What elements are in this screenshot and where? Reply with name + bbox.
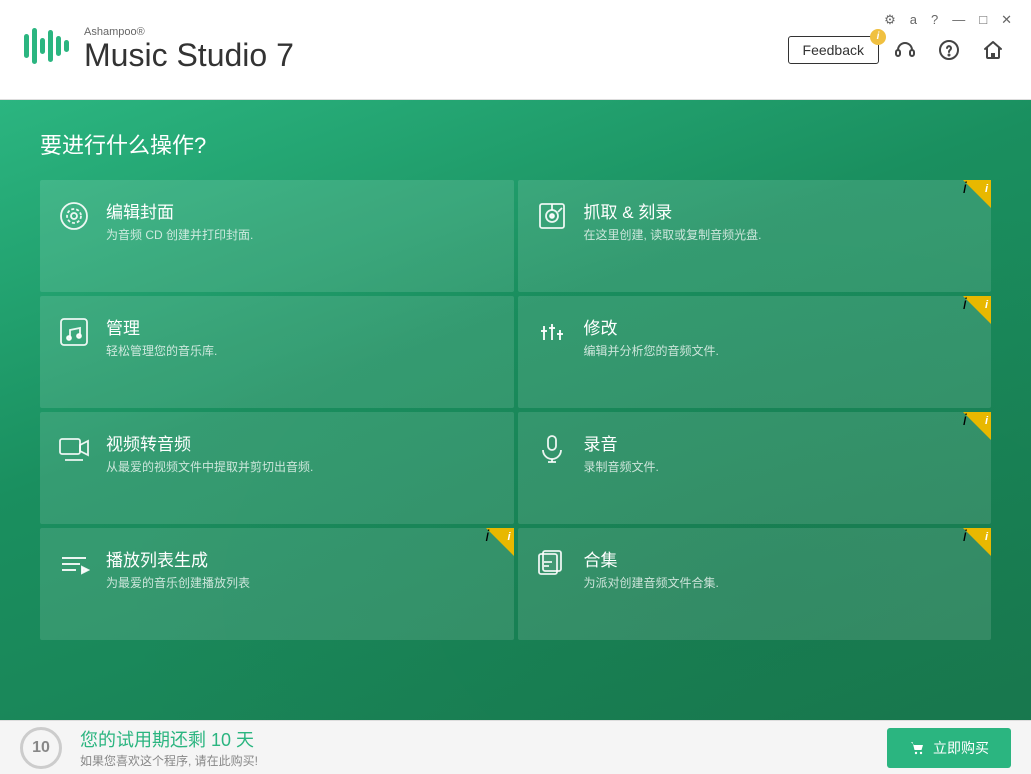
cart-icon bbox=[909, 740, 925, 756]
main-content: 要进行什么操作? 编辑封面为音频 CD 创建并打印封面. 抓取 & 刻录在这里创… bbox=[0, 100, 1031, 720]
trial-days-circle: 10 bbox=[20, 727, 62, 769]
cell-title-manage: 管理 bbox=[106, 314, 217, 339]
cell-text-video-to-audio: 视频转音频从最爱的视频文件中提取并剪切出音频. bbox=[106, 430, 313, 476]
cell-title-compilation: 合集 bbox=[584, 546, 719, 571]
disc-icon bbox=[56, 200, 92, 240]
cell-text-playlist: 播放列表生成为最爱的音乐创建播放列表 bbox=[106, 546, 250, 592]
video-icon bbox=[56, 432, 92, 472]
home-button[interactable] bbox=[975, 32, 1011, 68]
buy-button[interactable]: 立即购买 bbox=[887, 728, 1011, 768]
cell-desc-manage: 轻松管理您的音乐库. bbox=[106, 343, 217, 360]
playlist-icon bbox=[56, 548, 92, 588]
compilation-icon bbox=[534, 548, 570, 588]
title-bar-right: Feedback bbox=[788, 0, 1011, 99]
grid-cell-rip-burn[interactable]: 抓取 & 刻录在这里创建, 读取或复制音频光盘. bbox=[518, 180, 992, 292]
burn-icon bbox=[534, 200, 570, 240]
headphone-button[interactable] bbox=[887, 32, 923, 68]
cell-desc-playlist: 为最爱的音乐创建播放列表 bbox=[106, 575, 250, 592]
grid-cell-record[interactable]: 录音录制音频文件. bbox=[518, 412, 992, 524]
cell-text-edit-cover: 编辑封面为音频 CD 创建并打印封面. bbox=[106, 198, 253, 244]
trial-sub-text: 如果您喜欢这个程序, 请在此购买! bbox=[80, 752, 869, 769]
cell-desc-rip-burn: 在这里创建, 读取或复制音频光盘. bbox=[584, 227, 762, 244]
feedback-button[interactable]: Feedback bbox=[788, 36, 879, 64]
app-name: Music Studio 7 bbox=[84, 38, 294, 73]
logo-area: Ashampoo® Music Studio 7 bbox=[20, 20, 294, 79]
trial-main-text: 您的试用期还剩 10 天 bbox=[80, 726, 869, 752]
grid-cell-modify[interactable]: 修改编辑并分析您的音频文件. bbox=[518, 296, 992, 408]
music-note-icon bbox=[56, 316, 92, 356]
buy-label: 立即购买 bbox=[933, 738, 989, 758]
logo-icon bbox=[20, 20, 72, 79]
grid-cell-video-to-audio[interactable]: 视频转音频从最爱的视频文件中提取并剪切出音频. bbox=[40, 412, 514, 524]
cell-desc-edit-cover: 为音频 CD 创建并打印封面. bbox=[106, 227, 253, 244]
app-title-area: Ashampoo® Music Studio 7 bbox=[84, 26, 294, 73]
cell-text-record: 录音录制音频文件. bbox=[584, 430, 659, 476]
cell-text-compilation: 合集为派对创建音频文件合集. bbox=[584, 546, 719, 592]
cell-title-record: 录音 bbox=[584, 430, 659, 455]
bottom-bar: 10 您的试用期还剩 10 天 如果您喜欢这个程序, 请在此购买! 立即购买 bbox=[0, 720, 1031, 774]
cell-title-playlist: 播放列表生成 bbox=[106, 546, 250, 571]
grid-cell-compilation[interactable]: 合集为派对创建音频文件合集. bbox=[518, 528, 992, 640]
cell-title-modify: 修改 bbox=[584, 314, 719, 339]
question-button[interactable] bbox=[931, 32, 967, 68]
title-bar: ⚙ a ? — □ ✕ Ashampoo® Music Studio 7 bbox=[0, 0, 1031, 100]
grid-cell-playlist[interactable]: 播放列表生成为最爱的音乐创建播放列表 bbox=[40, 528, 514, 640]
cell-desc-video-to-audio: 从最爱的视频文件中提取并剪切出音频. bbox=[106, 459, 313, 476]
trial-text: 您的试用期还剩 10 天 如果您喜欢这个程序, 请在此购买! bbox=[80, 726, 869, 769]
cell-desc-compilation: 为派对创建音频文件合集. bbox=[584, 575, 719, 592]
cell-text-modify: 修改编辑并分析您的音频文件. bbox=[584, 314, 719, 360]
cell-text-rip-burn: 抓取 & 刻录在这里创建, 读取或复制音频光盘. bbox=[584, 198, 762, 244]
cell-title-edit-cover: 编辑封面 bbox=[106, 198, 253, 223]
grid-cell-manage[interactable]: 管理轻松管理您的音乐库. bbox=[40, 296, 514, 408]
cell-title-video-to-audio: 视频转音频 bbox=[106, 430, 313, 455]
cell-desc-record: 录制音频文件. bbox=[584, 459, 659, 476]
cell-text-manage: 管理轻松管理您的音乐库. bbox=[106, 314, 217, 360]
equalizer-icon bbox=[534, 316, 570, 356]
cell-desc-modify: 编辑并分析您的音频文件. bbox=[584, 343, 719, 360]
grid-cell-edit-cover[interactable]: 编辑封面为音频 CD 创建并打印封面. bbox=[40, 180, 514, 292]
microphone-icon bbox=[534, 432, 570, 472]
cell-title-rip-burn: 抓取 & 刻录 bbox=[584, 198, 762, 223]
